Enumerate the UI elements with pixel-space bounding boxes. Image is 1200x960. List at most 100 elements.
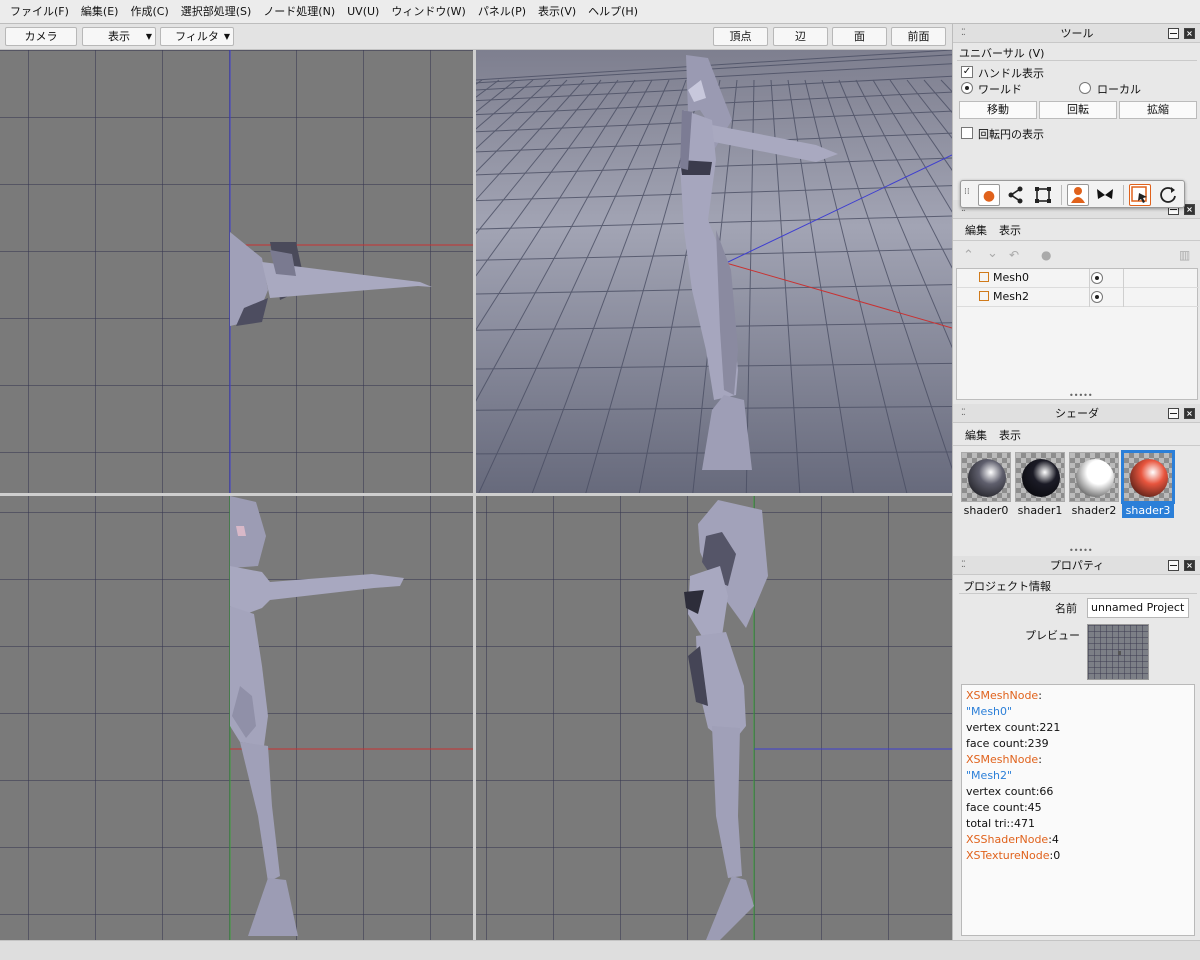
viewport-side[interactable] [476, 496, 952, 940]
transform-box-icon[interactable] [1032, 184, 1054, 206]
resize-handle[interactable]: ••••• [1069, 391, 1093, 400]
shader-item[interactable]: shader3 [1122, 450, 1175, 518]
share-icon[interactable] [1005, 184, 1027, 206]
shader-item[interactable]: shader0 [961, 450, 1013, 517]
move-down-icon[interactable]: ⌄ [987, 246, 998, 261]
mesh-name: Mesh2 [993, 290, 1029, 303]
show-rotate-circle-checkbox[interactable] [961, 127, 973, 139]
mesh-icon [979, 272, 989, 282]
info-node-type: XSTextureNode [966, 849, 1050, 862]
rotate-icon[interactable] [1157, 184, 1179, 206]
camera-button[interactable]: カメラ [5, 27, 77, 46]
shader-thumbnail[interactable] [1015, 452, 1065, 502]
menu-item[interactable]: ヘルプ(H) [582, 0, 644, 24]
info-value: : [1038, 689, 1042, 702]
show-handles-checkbox[interactable]: ✓ [961, 66, 973, 78]
drag-handle-icon[interactable]: ⁞⁞ [964, 187, 970, 197]
trash-icon[interactable]: ▥ [1179, 248, 1190, 262]
menu-item[interactable]: ファイル(F) [4, 0, 75, 24]
resize-handle[interactable]: ••••• [1069, 546, 1093, 555]
menu-item[interactable]: 表示(V) [532, 0, 582, 24]
shader-sphere [1076, 459, 1114, 497]
mesh-visibility-radio[interactable] [1091, 272, 1103, 284]
tool-panel-header[interactable]: ⁚⁚ ツール × [953, 24, 1200, 43]
grip-icon[interactable]: ⁚⁚ [961, 556, 966, 575]
scene-menu-view[interactable]: 表示 [999, 222, 1021, 238]
menu-item[interactable]: UV(U) [341, 0, 385, 24]
scale-button[interactable]: 拡縮 [1119, 101, 1197, 119]
top-view-model [229, 50, 473, 493]
maximize-icon[interactable] [1168, 560, 1179, 571]
properties-panel-header[interactable]: ⁚⁚ プロパティ × [953, 556, 1200, 575]
maximize-icon[interactable] [1168, 28, 1179, 39]
side-view-model [684, 496, 952, 940]
move-up-icon[interactable]: ⌃ [963, 248, 974, 263]
shader-thumbnail[interactable] [1069, 452, 1119, 502]
close-icon[interactable]: × [1184, 560, 1195, 571]
shader-panel-title: シェーダ [1055, 407, 1099, 420]
filter-dropdown[interactable]: フィルタ ▼ [160, 27, 234, 46]
viewport-perspective[interactable] [476, 50, 952, 493]
close-icon[interactable]: × [1184, 204, 1195, 215]
shader-panel-header[interactable]: ⁚⁚ シェーダ × [953, 404, 1200, 423]
mesh-list: Mesh0 Mesh2 [956, 268, 1199, 400]
close-icon[interactable]: × [1184, 408, 1195, 419]
point-icon[interactable]: ● [978, 184, 1000, 206]
divider [959, 593, 1197, 594]
butterfly-icon[interactable] [1094, 184, 1116, 206]
scene-info-box: XSMeshNode: "Mesh0" vertex count:221 face c… [961, 684, 1195, 936]
shader-name: shader0 [963, 504, 1009, 517]
menu-item[interactable]: パネル(P) [472, 0, 532, 24]
add-user-icon[interactable]: ● [1041, 248, 1051, 262]
menu-item[interactable]: 選択部処理(S) [175, 0, 258, 24]
select-arrow-icon[interactable] [1129, 184, 1151, 206]
world-radio[interactable] [961, 82, 973, 94]
shader-thumbnail[interactable] [961, 452, 1011, 502]
info-text: face count:239 [966, 737, 1049, 750]
viewport-area [0, 50, 952, 940]
info-line: total tri::471 [966, 816, 1190, 832]
info-node-type: XSMeshNode [966, 753, 1039, 766]
undo-icon[interactable]: ↶ [1009, 248, 1019, 262]
edge-mode-button[interactable]: 辺 [773, 27, 828, 46]
info-line: XSShaderNode:4 [966, 832, 1190, 848]
status-bar [0, 940, 1200, 960]
mesh-row[interactable]: Mesh0 [957, 269, 1199, 288]
viewport-front[interactable] [0, 496, 473, 940]
scene-menu-edit[interactable]: 編集 [965, 222, 987, 238]
menu-item[interactable]: 編集(E) [75, 0, 125, 24]
shader-item[interactable]: shader2 [1069, 450, 1121, 517]
info-text: vertex count:66 [966, 785, 1054, 798]
grip-icon[interactable]: ⁚⁚ [961, 24, 966, 43]
properties-panel-title: プロパティ [1049, 559, 1105, 572]
display-dropdown[interactable]: 表示 ▼ [82, 27, 156, 46]
mesh-name: Mesh0 [993, 271, 1029, 284]
info-value: :0 [1049, 849, 1061, 862]
shader-sphere [1022, 459, 1060, 497]
shader-menu-edit[interactable]: 編集 [965, 427, 987, 443]
rotate-button[interactable]: 回転 [1039, 101, 1117, 119]
front-button[interactable]: 前面 [891, 27, 946, 46]
shader-sphere [1130, 459, 1168, 497]
viewport-top[interactable] [0, 50, 473, 493]
shader-thumbnail[interactable] [1123, 452, 1173, 502]
move-button[interactable]: 移動 [959, 101, 1037, 119]
menu-item[interactable]: ウィンドウ(W) [385, 0, 471, 24]
maximize-icon[interactable] [1168, 408, 1179, 419]
mesh-row[interactable]: Mesh2 [957, 288, 1199, 307]
face-mode-button[interactable]: 面 [832, 27, 887, 46]
shader-name: shader1 [1017, 504, 1063, 517]
vertex-mode-button[interactable]: 頂点 [713, 27, 768, 46]
project-name-input[interactable]: unnamed Project [1087, 598, 1189, 618]
info-value: : [1038, 753, 1042, 766]
menu-item[interactable]: 作成(C) [124, 0, 174, 24]
divider [953, 240, 1200, 241]
menu-item[interactable]: ノード処理(N) [257, 0, 341, 24]
person-icon[interactable] [1067, 184, 1089, 206]
close-icon[interactable]: × [1184, 28, 1195, 39]
shader-item[interactable]: shader1 [1015, 450, 1067, 517]
local-radio[interactable] [1079, 82, 1091, 94]
grip-icon[interactable]: ⁚⁚ [961, 404, 966, 423]
shader-menu-view[interactable]: 表示 [999, 427, 1021, 443]
mesh-visibility-radio[interactable] [1091, 291, 1103, 303]
